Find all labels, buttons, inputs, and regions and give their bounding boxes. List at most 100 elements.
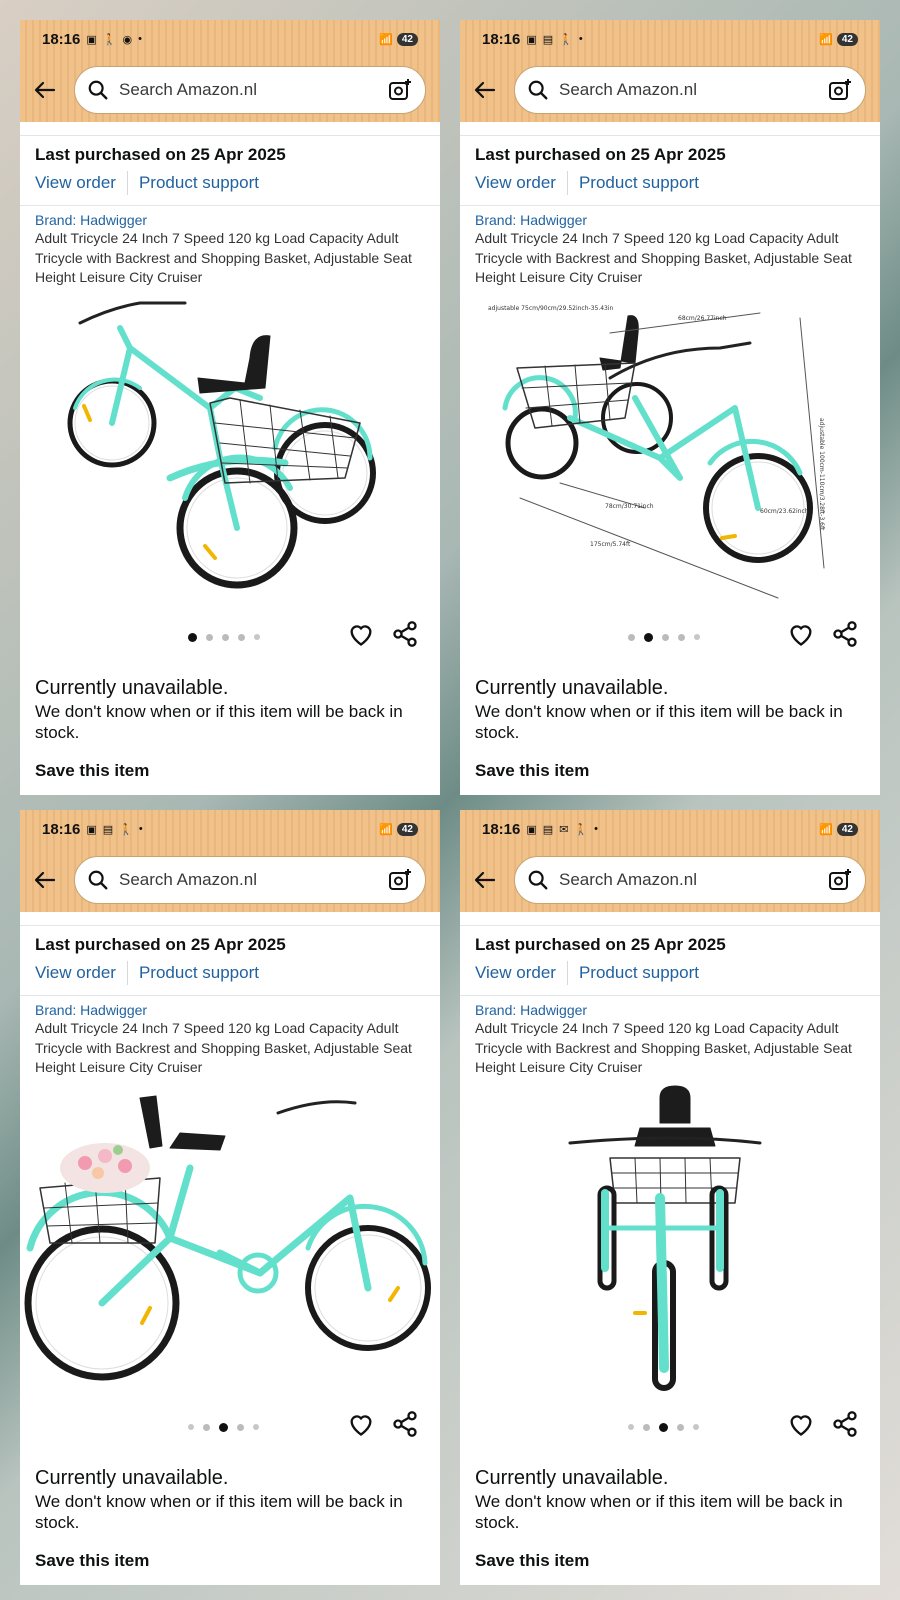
save-item-heading[interactable]: Save this item <box>475 761 865 781</box>
carousel-dot[interactable] <box>203 1423 210 1431</box>
product-image[interactable]: adjustable 75cm/90cm/29.52inch-35.43in 6… <box>460 288 880 618</box>
app-header: 18:16 ▣ 🚶 ◉ • 📶 42 <box>20 20 440 122</box>
heart-icon <box>790 624 812 646</box>
save-item-heading[interactable]: Save this item <box>475 1551 865 1571</box>
availability-title: Currently unavailable. <box>35 1466 229 1489</box>
screenshot-icon: ▣ <box>86 823 97 836</box>
save-item-heading[interactable]: Save this item <box>35 761 425 781</box>
back-arrow-icon <box>474 871 496 889</box>
status-bar: 18:16 ▣ ▤ ✉ 🚶 • 📶 42 <box>460 810 880 848</box>
brand-link[interactable]: Brand: Hadwigger <box>460 206 880 228</box>
carousel-dot[interactable] <box>628 633 635 641</box>
link-divider <box>566 961 568 985</box>
carousel-dot[interactable] <box>693 1424 699 1430</box>
notification-icon: ▣ <box>86 33 97 46</box>
product-image[interactable] <box>20 1078 440 1408</box>
link-divider <box>566 171 568 195</box>
carousel-dot[interactable] <box>643 1423 650 1431</box>
availability-text: We don't know when or if this item will … <box>475 1491 843 1532</box>
carousel-dot[interactable] <box>206 633 213 641</box>
status-time: 18:16 <box>482 820 521 838</box>
carousel-dots[interactable] <box>628 1422 699 1432</box>
carousel-dot[interactable] <box>678 633 685 641</box>
battery-indicator: 42 <box>836 822 858 836</box>
carousel-dot[interactable] <box>188 1424 194 1430</box>
search-icon <box>527 78 551 102</box>
app-header: 18:16 ▣ ▤ ✉ 🚶 • 📶 42 <box>460 810 880 912</box>
wishlist-button[interactable] <box>347 1410 375 1438</box>
view-order-link[interactable]: View order <box>35 963 116 983</box>
search-input[interactable] <box>559 870 827 890</box>
share-button[interactable] <box>391 1410 419 1438</box>
save-item-heading[interactable]: Save this item <box>35 1551 425 1571</box>
carousel-dot[interactable] <box>644 632 653 642</box>
search-icon <box>527 868 551 892</box>
carousel-dot[interactable] <box>253 1424 259 1430</box>
back-button[interactable] <box>30 75 60 105</box>
carousel-dots[interactable] <box>188 1422 259 1432</box>
view-order-link[interactable]: View order <box>475 963 556 983</box>
divider <box>460 122 880 136</box>
dim-label-top: 68cm/26.77inch <box>678 315 727 322</box>
back-button[interactable] <box>30 865 60 895</box>
carousel-dots[interactable] <box>188 632 260 642</box>
availability-section: Currently unavailable. We don't know whe… <box>460 658 880 781</box>
view-order-link[interactable]: View order <box>35 173 116 193</box>
carousel-dot[interactable] <box>188 632 197 642</box>
carousel-dot[interactable] <box>628 1424 634 1430</box>
notification-icon: ▤ <box>102 823 114 836</box>
carousel-dot[interactable] <box>237 1423 244 1431</box>
camera-icon[interactable] <box>387 867 413 893</box>
back-button[interactable] <box>470 75 500 105</box>
wishlist-button[interactable] <box>787 620 815 648</box>
camera-icon[interactable] <box>827 77 853 103</box>
carousel-dot[interactable] <box>254 634 260 640</box>
app-header: 18:16 ▣ ▤ 🚶 • 📶 42 <box>20 810 440 912</box>
battery-indicator: 42 <box>836 32 858 46</box>
carousel-dot[interactable] <box>662 633 669 641</box>
search-bar[interactable] <box>514 856 866 904</box>
product-image[interactable] <box>460 1078 880 1408</box>
search-bar[interactable] <box>514 66 866 114</box>
wishlist-button[interactable] <box>347 620 375 648</box>
search-input[interactable] <box>119 80 387 100</box>
carousel-dot[interactable] <box>222 633 229 641</box>
product-support-link[interactable]: Product support <box>579 173 699 193</box>
search-bar[interactable] <box>74 856 426 904</box>
share-button[interactable] <box>831 1410 859 1438</box>
camera-icon[interactable] <box>827 867 853 893</box>
product-support-link[interactable]: Product support <box>139 173 259 193</box>
purchase-info: Last purchased on 25 Apr 2025 View order… <box>20 136 440 206</box>
wishlist-button[interactable] <box>787 1410 815 1438</box>
carousel-dots[interactable] <box>628 632 700 642</box>
share-button[interactable] <box>391 620 419 648</box>
search-input[interactable] <box>559 80 827 100</box>
purchase-info: Last purchased on 25 Apr 2025 View order… <box>460 136 880 206</box>
search-bar[interactable] <box>74 66 426 114</box>
dim-label-seat: adjustable 75cm/90cm/29.52inch-35.43in <box>488 305 614 312</box>
share-button[interactable] <box>831 620 859 648</box>
last-purchased-title: Last purchased on 25 Apr 2025 <box>475 145 726 164</box>
carousel-controls <box>20 618 440 658</box>
view-order-link[interactable]: View order <box>475 173 556 193</box>
carousel-dot[interactable] <box>694 634 700 640</box>
carousel-dot[interactable] <box>219 1422 228 1432</box>
back-button[interactable] <box>470 865 500 895</box>
camera-icon[interactable] <box>387 77 413 103</box>
brand-link[interactable]: Brand: Hadwigger <box>20 206 440 228</box>
screenshot-panel-4: 18:16 ▣ ▤ ✉ 🚶 • 📶 42 Search Amazon.nl La… <box>460 810 880 1585</box>
availability-section: Currently unavailable. We don't know whe… <box>20 658 440 781</box>
search-input[interactable] <box>119 870 387 890</box>
wifi-icon: 📶 <box>379 823 393 836</box>
brand-link[interactable]: Brand: Hadwigger <box>20 996 440 1018</box>
product-support-link[interactable]: Product support <box>139 963 259 983</box>
screenshot-panel-1: 18:16 ▣ 🚶 ◉ • 📶 42 Search Amazon.nl Last… <box>20 20 440 795</box>
carousel-dot[interactable] <box>659 1422 668 1432</box>
divider <box>460 912 880 926</box>
product-image[interactable] <box>20 288 440 618</box>
product-support-link[interactable]: Product support <box>579 963 699 983</box>
carousel-dot[interactable] <box>677 1423 684 1431</box>
purchase-info: Last purchased on 25 Apr 2025 View order… <box>460 926 880 996</box>
carousel-dot[interactable] <box>238 633 245 641</box>
brand-link[interactable]: Brand: Hadwigger <box>460 996 880 1018</box>
